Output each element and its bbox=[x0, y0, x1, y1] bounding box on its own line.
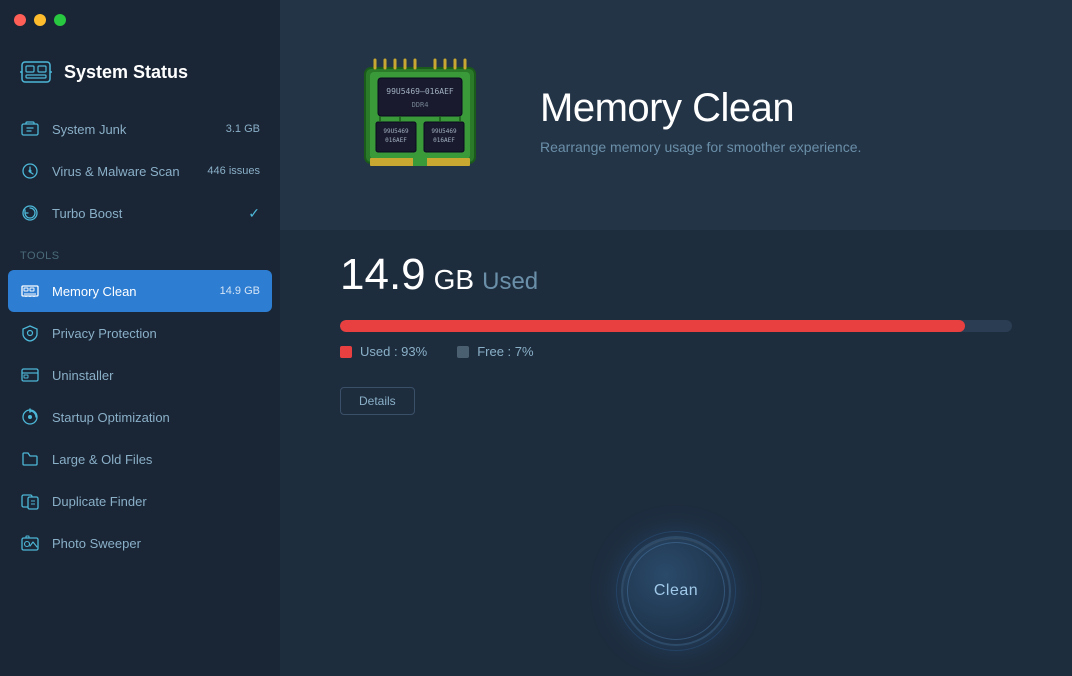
sidebar-item-label: Photo Sweeper bbox=[52, 536, 260, 551]
sidebar-item-label: Memory Clean bbox=[52, 284, 208, 299]
memory-used-number: 14.9 bbox=[340, 250, 426, 300]
sidebar-item-photo-sweeper[interactable]: Photo Sweeper bbox=[0, 522, 280, 564]
svg-text:016AEF: 016AEF bbox=[385, 137, 407, 144]
memory-chip-icon: 99U5469—016AEF DDR4 99U5469 016AEF 99U54… bbox=[340, 50, 500, 190]
sidebar-item-badge: 3.1 GB bbox=[226, 123, 260, 135]
sidebar-item-memory-clean[interactable]: Memory Clean 14.9 GB bbox=[8, 270, 272, 312]
svg-text:99U5469: 99U5469 bbox=[431, 128, 457, 135]
progress-labels: Used : 93% Free : 7% bbox=[340, 344, 1012, 359]
sidebar-item-label: Privacy Protection bbox=[52, 326, 260, 341]
checkmark-icon: ✓ bbox=[248, 205, 260, 222]
minimize-button[interactable] bbox=[34, 14, 46, 26]
memory-progress-fill bbox=[340, 320, 965, 332]
details-button[interactable]: Details bbox=[340, 387, 415, 415]
sidebar-item-turbo-boost[interactable]: Turbo Boost ✓ bbox=[0, 192, 280, 234]
svg-text:99U5469—016AEF: 99U5469—016AEF bbox=[386, 87, 454, 96]
sidebar-item-badge: 446 issues bbox=[207, 165, 260, 177]
tools-section-label: Tools bbox=[0, 234, 280, 270]
maximize-button[interactable] bbox=[54, 14, 66, 26]
sidebar-nav: System Junk 3.1 GB Virus & Malware Scan … bbox=[0, 108, 280, 676]
uninstaller-icon bbox=[20, 365, 40, 385]
memory-progress-bar bbox=[340, 320, 1012, 332]
titlebar bbox=[0, 0, 280, 40]
sidebar-item-label: System Junk bbox=[52, 122, 214, 137]
virus-malware-icon bbox=[20, 161, 40, 181]
hero-title: Memory Clean bbox=[540, 86, 861, 131]
turbo-boost-icon bbox=[20, 203, 40, 223]
close-button[interactable] bbox=[14, 14, 26, 26]
sidebar-item-label: Virus & Malware Scan bbox=[52, 164, 195, 179]
large-old-files-icon bbox=[20, 449, 40, 469]
used-label-text: Used : 93% bbox=[360, 344, 427, 359]
sidebar-item-label: Duplicate Finder bbox=[52, 494, 260, 509]
used-label: Used : 93% bbox=[340, 344, 427, 359]
svg-text:99U5469: 99U5469 bbox=[383, 128, 409, 135]
startup-optimization-icon bbox=[20, 407, 40, 427]
hero-section: 99U5469—016AEF DDR4 99U5469 016AEF 99U54… bbox=[280, 0, 1072, 230]
sidebar-item-badge: 14.9 GB bbox=[220, 285, 260, 297]
hero-text: Memory Clean Rearrange memory usage for … bbox=[540, 86, 861, 155]
clean-button[interactable]: Clean bbox=[621, 536, 731, 646]
sidebar-item-system-junk[interactable]: System Junk 3.1 GB bbox=[0, 108, 280, 150]
free-dot bbox=[457, 346, 469, 358]
sidebar-title: System Status bbox=[64, 62, 188, 83]
clean-area: Clean bbox=[280, 516, 1072, 676]
memory-used-display: 14.9 GB Used bbox=[340, 250, 1012, 300]
sidebar-item-virus-malware[interactable]: Virus & Malware Scan 446 issues bbox=[0, 150, 280, 192]
svg-text:016AEF: 016AEF bbox=[433, 137, 455, 144]
free-label-text: Free : 7% bbox=[477, 344, 533, 359]
sidebar-item-duplicate-finder[interactable]: Duplicate Finder bbox=[0, 480, 280, 522]
sidebar-item-privacy-protection[interactable]: Privacy Protection bbox=[0, 312, 280, 354]
sidebar-header: System Status bbox=[0, 40, 280, 108]
clean-button-label: Clean bbox=[654, 582, 698, 600]
sidebar-item-label: Uninstaller bbox=[52, 368, 260, 383]
hero-subtitle: Rearrange memory usage for smoother expe… bbox=[540, 139, 861, 155]
svg-text:DDR4: DDR4 bbox=[412, 101, 429, 109]
sidebar-item-label: Turbo Boost bbox=[52, 206, 236, 221]
memory-clean-icon bbox=[20, 281, 40, 301]
main-content: 99U5469—016AEF DDR4 99U5469 016AEF 99U54… bbox=[280, 0, 1072, 676]
sidebar: System Status System Junk 3.1 GB bbox=[0, 0, 280, 676]
system-status-icon bbox=[20, 56, 52, 88]
system-junk-icon bbox=[20, 119, 40, 139]
privacy-protection-icon bbox=[20, 323, 40, 343]
sidebar-item-startup-optimization[interactable]: Startup Optimization bbox=[0, 396, 280, 438]
memory-used-label: Used bbox=[482, 268, 538, 296]
sidebar-item-label: Startup Optimization bbox=[52, 410, 260, 425]
duplicate-finder-icon bbox=[20, 491, 40, 511]
memory-used-unit: GB bbox=[434, 264, 474, 296]
sidebar-item-label: Large & Old Files bbox=[52, 452, 260, 467]
stats-section: 14.9 GB Used Used : 93% Free : 7% Detail… bbox=[280, 230, 1072, 516]
photo-sweeper-icon bbox=[20, 533, 40, 553]
used-dot bbox=[340, 346, 352, 358]
sidebar-item-large-old-files[interactable]: Large & Old Files bbox=[0, 438, 280, 480]
sidebar-item-uninstaller[interactable]: Uninstaller bbox=[0, 354, 280, 396]
free-label: Free : 7% bbox=[457, 344, 533, 359]
